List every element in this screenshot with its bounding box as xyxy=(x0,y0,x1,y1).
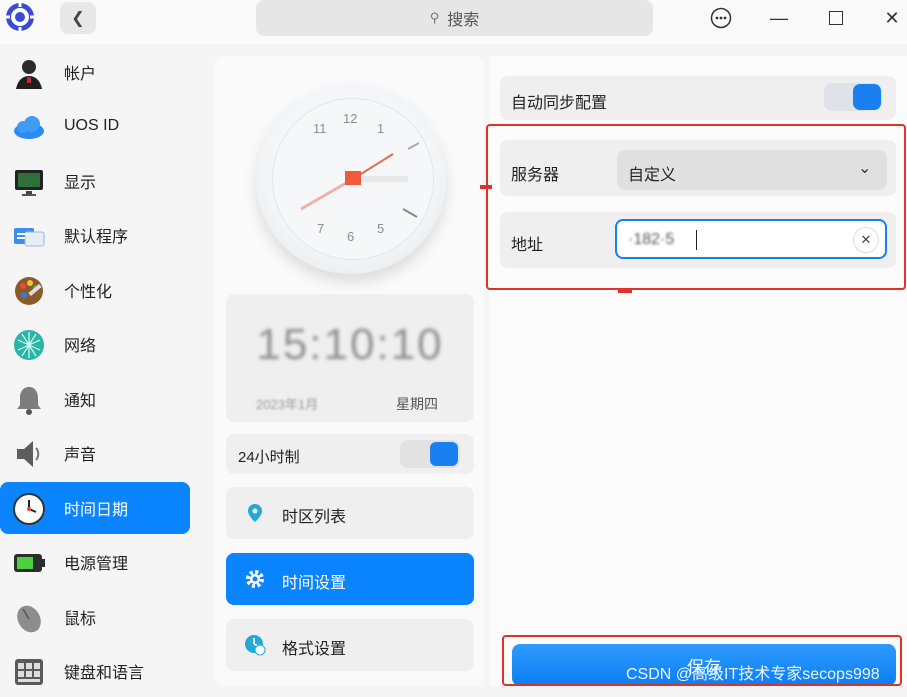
sidebar-item-keyboard[interactable]: 键盘和语言 xyxy=(0,645,190,697)
app-logo-icon xyxy=(5,2,35,32)
watermark-text: CSDN @高级IT技术专家secops998 xyxy=(626,666,880,683)
sidebar-item-label: 时间日期 xyxy=(64,502,129,519)
current-time: 15:10:10 xyxy=(256,320,444,369)
monitor-icon xyxy=(15,170,43,196)
back-button[interactable]: ❮ xyxy=(60,2,96,34)
sidebar-item-default-apps[interactable]: 默认程序 xyxy=(0,209,190,261)
sidebar-item-notification[interactable]: 通知 xyxy=(0,373,190,425)
palette-icon xyxy=(15,277,43,305)
clock-face: 12 11 1 7 6 5 xyxy=(272,98,434,260)
sidebar-item-label: 通知 xyxy=(64,393,97,410)
sidebar-item-mouse[interactable]: 鼠标 xyxy=(0,591,190,643)
sidebar-item-network[interactable]: 网络 xyxy=(0,318,190,370)
chevron-left-icon: ❮ xyxy=(71,10,85,27)
sidebar-item-account[interactable]: 帐户 xyxy=(0,46,190,98)
default-apps-icon xyxy=(14,228,45,247)
timezone-list-button[interactable]: 时区列表 xyxy=(226,487,474,539)
search-icon: ⚲ xyxy=(429,10,440,25)
format-settings-button[interactable]: 格式设置 xyxy=(226,619,474,671)
location-pin-icon xyxy=(248,504,262,522)
hour24-toggle-knob xyxy=(430,442,458,466)
time-settings-button[interactable]: 时间设置 xyxy=(226,553,474,605)
network-icon xyxy=(14,330,44,360)
speaker-icon xyxy=(17,441,40,467)
cloud-icon xyxy=(14,116,44,139)
close-button[interactable]: ✕ xyxy=(878,4,906,32)
sidebar-item-label: 显示 xyxy=(64,175,97,192)
more-icon xyxy=(710,7,732,29)
user-icon xyxy=(16,60,42,89)
autosync-toggle-knob xyxy=(853,84,881,110)
sidebar-item-label: 默认程序 xyxy=(64,229,129,246)
mouse-icon xyxy=(17,605,41,633)
battery-icon xyxy=(14,554,45,572)
sidebar-item-display[interactable]: 显示 xyxy=(0,155,190,207)
timezone-list-label: 时区列表 xyxy=(282,509,347,526)
menu-button[interactable] xyxy=(707,4,735,32)
sidebar-item-personalization[interactable]: 个性化 xyxy=(0,264,190,316)
close-icon: ✕ xyxy=(884,7,900,28)
sidebar-item-label: 帐户 xyxy=(64,66,97,83)
sidebar-item-label: 电源管理 xyxy=(64,556,129,573)
sidebar-item-label: 个性化 xyxy=(64,284,113,301)
sidebar-item-label: 声音 xyxy=(64,447,97,464)
highlight-annotation-box xyxy=(486,124,906,290)
clock-hands xyxy=(300,142,420,218)
format-settings-label: 格式设置 xyxy=(282,641,347,658)
bell-icon xyxy=(17,387,41,415)
search-input[interactable]: ⚲ 搜索 xyxy=(256,0,653,36)
maximize-button[interactable] xyxy=(822,4,850,32)
sidebar-item-sound[interactable]: 声音 xyxy=(0,427,190,479)
current-date: 2023年1月 xyxy=(256,397,319,412)
sidebar-item-label: 网络 xyxy=(64,338,97,355)
minimize-icon: — xyxy=(770,7,788,28)
sidebar: 帐户 UOS ID 显示 默认程序 个性化 网络 通知 声音 时间日期 电源管理… xyxy=(0,44,200,686)
time-settings-label: 时间设置 xyxy=(282,575,347,592)
maximize-icon xyxy=(829,11,843,25)
sidebar-item-power[interactable]: 电源管理 xyxy=(0,536,190,588)
sidebar-item-datetime[interactable]: 时间日期 xyxy=(0,482,190,534)
gear-icon xyxy=(246,570,264,588)
minimize-button[interactable]: — xyxy=(765,4,793,32)
annotation-mark xyxy=(480,185,492,189)
annotation-mark xyxy=(618,289,632,293)
current-weekday: 星期四 xyxy=(396,396,438,412)
format-clock-icon xyxy=(245,635,266,656)
autosync-label: 自动同步配置 xyxy=(511,95,608,112)
hour24-label: 24小时制 xyxy=(238,449,300,466)
keyboard-icon xyxy=(15,659,43,685)
sidebar-item-uos-id[interactable]: UOS ID xyxy=(0,100,190,152)
sidebar-item-label: UOS ID xyxy=(64,117,120,134)
search-placeholder: 搜索 xyxy=(447,12,480,29)
sidebar-item-label: 鼠标 xyxy=(64,611,97,628)
clock-icon xyxy=(13,493,45,525)
sidebar-item-label: 键盘和语言 xyxy=(64,665,145,682)
